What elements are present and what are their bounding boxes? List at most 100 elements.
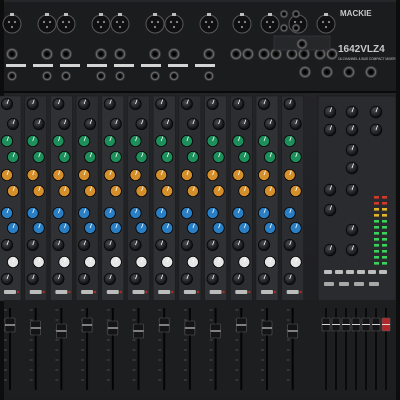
assign-button-4[interactable] [369, 282, 379, 286]
channel-9-knob-1[interactable] [206, 98, 219, 110]
channel-8-knob-2[interactable] [186, 118, 199, 130]
master-fader-7[interactable] [381, 317, 391, 332]
channel-fader-12[interactable] [287, 323, 299, 339]
channel-3-knob-8[interactable] [58, 222, 71, 234]
channel-4-knob-2[interactable] [84, 118, 97, 130]
channel-7-knob-9[interactable] [155, 239, 168, 251]
channel-6-knob-9[interactable] [129, 239, 142, 251]
stereo-line-right-1[interactable] [242, 48, 254, 60]
channel-4-knob-10[interactable] [84, 256, 97, 268]
stereo-line-left-1[interactable] [230, 48, 242, 60]
channel-3-knob-1[interactable] [52, 98, 65, 110]
line-input-7[interactable] [168, 48, 180, 60]
channel-4-knob-3[interactable] [78, 135, 91, 147]
rca-jack-1[interactable] [279, 9, 289, 19]
channel-3-knob-4[interactable] [58, 151, 71, 163]
channel-4-mute-button[interactable] [81, 290, 94, 294]
insert-jack-2[interactable] [42, 71, 52, 81]
main-output-jack-1[interactable] [299, 66, 311, 78]
channel-10-knob-1[interactable] [232, 98, 245, 110]
channel-5-knob-4[interactable] [109, 151, 122, 163]
channel-6-knob-7[interactable] [129, 207, 142, 219]
channel-1-knob-11[interactable] [1, 273, 13, 285]
channel-2-knob-2[interactable] [32, 118, 45, 130]
channel-8-knob-4[interactable] [186, 151, 199, 163]
channel-2-knob-9[interactable] [26, 239, 39, 251]
headphone-jack[interactable] [296, 38, 308, 50]
channel-1-knob-1[interactable] [1, 98, 13, 110]
channel-1-knob-5[interactable] [1, 169, 13, 181]
channel-5-knob-2[interactable] [109, 118, 122, 130]
channel-11-knob-8[interactable] [264, 222, 276, 234]
channel-9-knob-2[interactable] [212, 118, 225, 130]
channel-12-knob-7[interactable] [283, 207, 296, 219]
channel-4-knob-8[interactable] [84, 222, 97, 234]
channel-11-knob-11[interactable] [258, 273, 270, 285]
channel-8-knob-9[interactable] [180, 239, 193, 251]
channel-5-knob-9[interactable] [103, 239, 116, 251]
channel-2-mute-button[interactable] [29, 290, 42, 294]
channel-1-knob-6[interactable] [7, 185, 19, 197]
channel-fader-1[interactable] [4, 317, 16, 333]
channel-10-knob-4[interactable] [238, 151, 251, 163]
channel-9-knob-3[interactable] [206, 135, 219, 147]
channel-11-knob-7[interactable] [258, 207, 270, 219]
channel-4-knob-7[interactable] [78, 207, 91, 219]
channel-12-knob-8[interactable] [289, 222, 302, 234]
channel-fader-5[interactable] [107, 320, 119, 336]
channel-12-knob-3[interactable] [283, 135, 296, 147]
channel-10-knob-5[interactable] [232, 169, 245, 181]
channel-2-knob-11[interactable] [26, 273, 39, 285]
channel-9-knob-5[interactable] [206, 169, 219, 181]
channel-10-knob-9[interactable] [232, 239, 245, 251]
channel-7-knob-1[interactable] [155, 98, 168, 110]
insert-jack-8[interactable] [204, 71, 214, 81]
assign-button-1[interactable] [324, 282, 334, 286]
channel-5-knob-7[interactable] [103, 207, 116, 219]
channel-10-knob-6[interactable] [238, 185, 251, 197]
channel-2-knob-10[interactable] [32, 256, 45, 268]
insert-jack-5[interactable] [115, 71, 125, 81]
channel-fader-6[interactable] [133, 323, 144, 339]
channel-10-knob-8[interactable] [238, 222, 251, 234]
master-button-4[interactable] [357, 270, 365, 274]
channel-9-knob-7[interactable] [206, 207, 219, 219]
channel-5-knob-10[interactable] [109, 256, 122, 268]
master-fader-5[interactable] [361, 317, 371, 332]
channel-3-knob-6[interactable] [58, 185, 71, 197]
channel-11-knob-10[interactable] [264, 256, 276, 268]
channel-1-mute-button[interactable] [4, 290, 16, 294]
channel-3-knob-7[interactable] [52, 207, 65, 219]
channel-fader-3[interactable] [56, 323, 67, 339]
channel-5-knob-5[interactable] [103, 169, 116, 181]
channel-fader-2[interactable] [30, 320, 42, 336]
master-knob-11[interactable] [323, 203, 337, 217]
master-fader-1[interactable] [321, 317, 331, 332]
channel-3-mute-button[interactable] [55, 290, 68, 294]
channel-5-knob-8[interactable] [109, 222, 122, 234]
channel-6-knob-2[interactable] [135, 118, 148, 130]
channel-8-knob-8[interactable] [186, 222, 199, 234]
master-knob-13[interactable] [323, 243, 337, 257]
master-knob-10[interactable] [345, 183, 359, 197]
insert-jack-1[interactable] [7, 71, 17, 81]
line-input-1[interactable] [6, 48, 18, 60]
channel-3-knob-9[interactable] [52, 239, 65, 251]
master-knob-1[interactable] [323, 105, 337, 119]
channel-6-knob-8[interactable] [135, 222, 148, 234]
channel-12-knob-10[interactable] [289, 256, 302, 268]
channel-1-knob-7[interactable] [1, 207, 13, 219]
channel-8-knob-5[interactable] [180, 169, 193, 181]
channel-11-knob-2[interactable] [264, 118, 276, 130]
insert-jack-7[interactable] [169, 71, 179, 81]
channel-9-knob-4[interactable] [212, 151, 225, 163]
channel-fader-9[interactable] [210, 323, 221, 339]
channel-4-knob-9[interactable] [78, 239, 91, 251]
channel-6-knob-1[interactable] [129, 98, 142, 110]
channel-12-mute-button[interactable] [286, 290, 299, 294]
channel-3-knob-11[interactable] [52, 273, 65, 285]
channel-11-knob-3[interactable] [258, 135, 270, 147]
line-input-8[interactable] [203, 48, 215, 60]
channel-6-knob-6[interactable] [135, 185, 148, 197]
channel-8-mute-button[interactable] [183, 290, 196, 294]
